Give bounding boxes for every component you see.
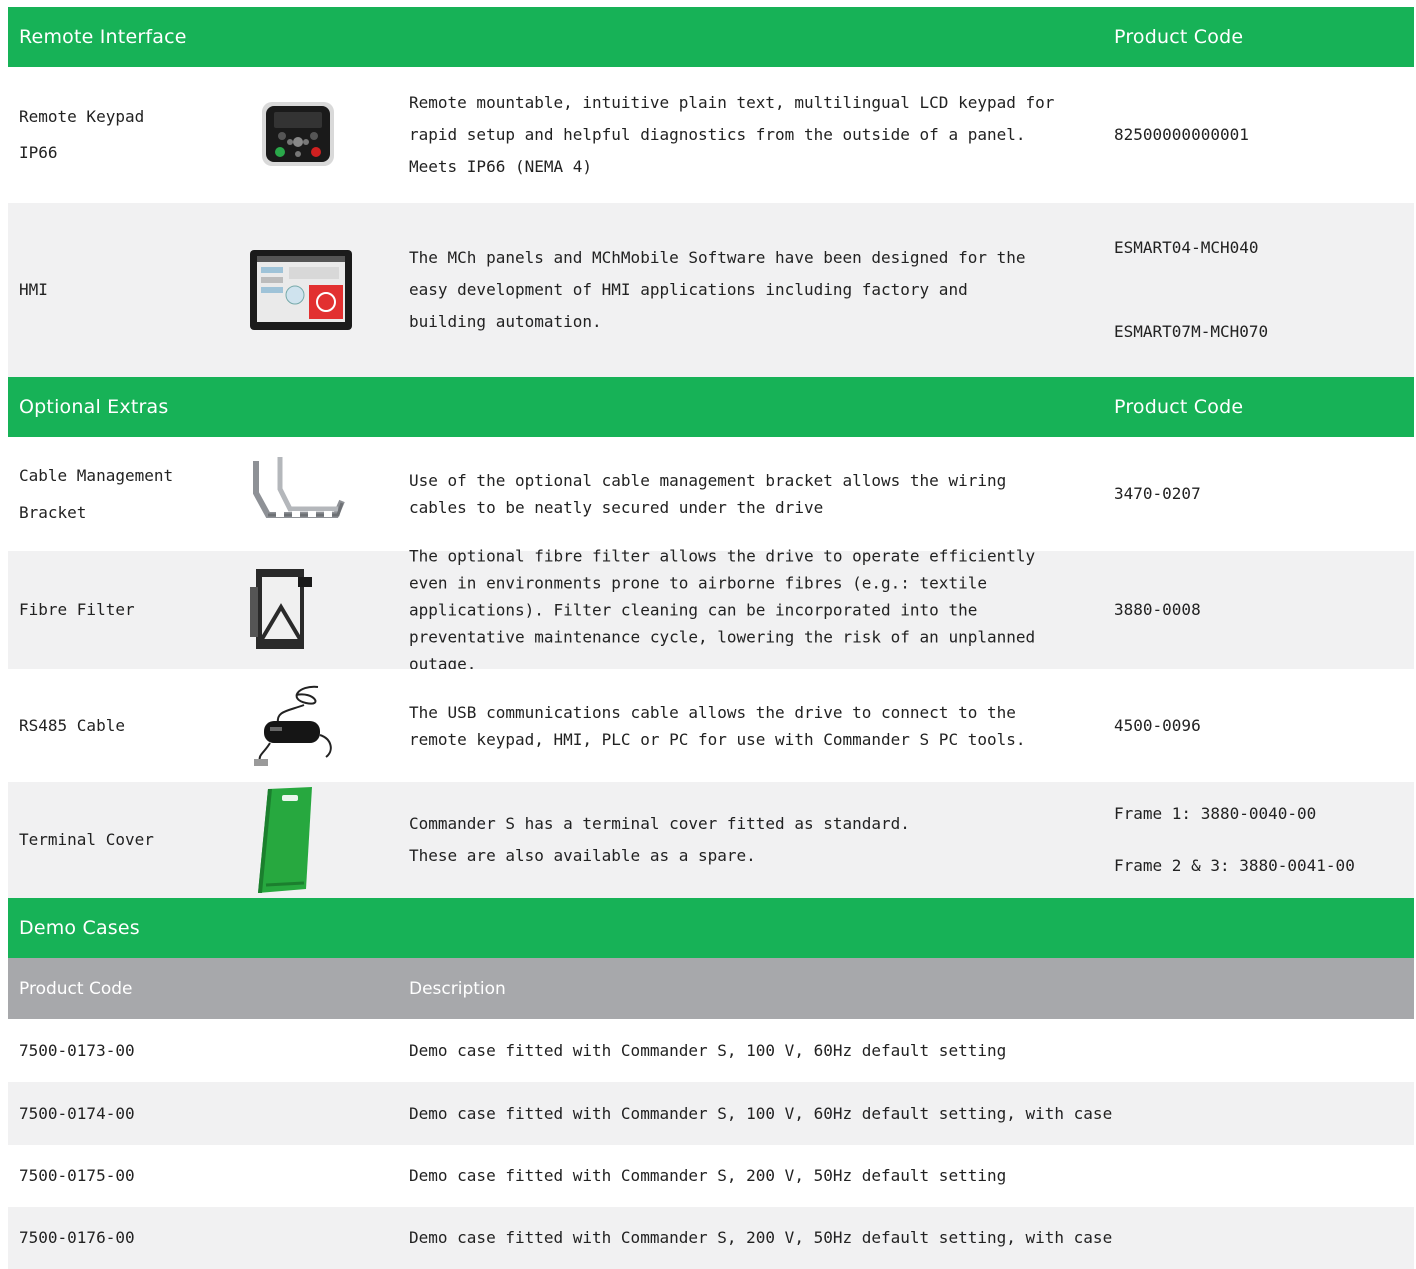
product-code: Frame 1: 3880-0040-00 Frame 2 & 3: 3880-…	[1114, 798, 1409, 882]
product-row-cable-bracket: Cable Management Bracket Use of the opti…	[8, 437, 1414, 551]
product-code-value: 82500000000001	[1114, 125, 1249, 144]
demo-case-code: 7500-0175-00	[19, 1166, 135, 1185]
demo-case-description: Demo case fitted with Commander S, 100 V…	[409, 1103, 1113, 1123]
product-name: RS485 Cable	[19, 715, 125, 735]
product-description: The MCh panels and MChMobile Software ha…	[409, 248, 1026, 331]
product-table: Remote Interface Product Code Remote Key…	[8, 7, 1414, 1269]
product-name: Terminal Cover	[19, 830, 154, 849]
demo-case-code: 7500-0173-00	[19, 1040, 135, 1060]
demo-cases-column-header: Product Code Description	[8, 958, 1414, 1019]
product-code-value: 3880-0008	[1114, 600, 1201, 619]
product-description: The optional fibre filter allows the dri…	[409, 546, 1036, 674]
section-header-optional-extras: Optional Extras Product Code	[8, 377, 1414, 437]
demo-case-row: 7500-0174-00 Demo case fitted with Comma…	[8, 1082, 1414, 1145]
product-code: 82500000000001	[1114, 119, 1409, 151]
demo-case-row: 7500-0173-00 Demo case fitted with Comma…	[8, 1019, 1414, 1082]
product-code-value: ESMART07M-MCH070	[1114, 322, 1269, 341]
demo-case-description: Demo case fitted with Commander S, 200 V…	[409, 1166, 1007, 1185]
usb-cable-icon	[244, 681, 344, 771]
product-name: Cable Management Bracket	[19, 466, 174, 522]
demo-case-description: Demo case fitted with Commander S, 200 V…	[409, 1228, 1113, 1247]
section-header-remote-interface: Remote Interface Product Code	[8, 7, 1414, 67]
demo-case-description: Demo case fitted with Commander S, 100 V…	[409, 1040, 1007, 1060]
product-code: 3470-0207	[1114, 478, 1409, 510]
product-description: Commander S has a terminal cover fitted …	[409, 808, 1079, 872]
cable-bracket-icon	[238, 453, 358, 535]
product-code: 3880-0008	[1114, 594, 1409, 626]
demo-case-code: 7500-0176-00	[19, 1228, 135, 1247]
product-code-value: ESMART04-MCH040	[1114, 238, 1259, 257]
column-header-product-code: Product Code	[19, 978, 133, 999]
terminal-cover-icon	[240, 785, 326, 895]
section-title: Optional Extras	[19, 396, 169, 418]
product-row-remote-keypad: Remote Keypad IP66 Remote mountable, int…	[8, 67, 1414, 203]
fibre-filter-icon	[238, 567, 328, 653]
product-row-rs485-cable: RS485 Cable The USB communications cable…	[8, 669, 1414, 782]
product-code-value: 3470-0207	[1114, 484, 1201, 503]
product-description: Use of the optional cable management bra…	[409, 471, 1007, 517]
product-code-value: Frame 2 & 3: 3880-0041-00	[1114, 856, 1355, 875]
product-code-value: 4500-0096	[1114, 715, 1201, 735]
product-code-header: Product Code	[1114, 26, 1244, 48]
product-code: ESMART04-MCH040 ESMART07M-MCH070	[1114, 232, 1409, 348]
product-description: The USB communications cable allows the …	[409, 702, 1026, 749]
product-code-header: Product Code	[1114, 396, 1244, 418]
product-description: Remote mountable, intuitive plain text, …	[409, 93, 1055, 176]
product-name: Fibre Filter	[19, 600, 135, 619]
product-name: Remote Keypad IP66	[19, 107, 145, 162]
demo-case-row: 7500-0176-00 Demo case fitted with Comma…	[8, 1207, 1414, 1269]
demo-case-row: 7500-0175-00 Demo case fitted with Comma…	[8, 1145, 1414, 1207]
product-code: 4500-0096	[1114, 710, 1409, 742]
product-name: HMI	[19, 280, 48, 299]
remote-keypad-icon	[238, 100, 358, 170]
product-row-terminal-cover: Terminal Cover Commander S has a termina…	[8, 782, 1414, 898]
product-row-fibre-filter: Fibre Filter The optional fibre filter a…	[8, 547, 1414, 674]
section-header-demo-cases: Demo Cases	[8, 898, 1414, 958]
section-title: Remote Interface	[19, 26, 187, 48]
product-code-value: Frame 1: 3880-0040-00	[1114, 804, 1317, 823]
hmi-panel-icon	[246, 249, 356, 331]
section-title: Demo Cases	[19, 917, 140, 939]
product-row-hmi: HMI The MCh panels and MChMobile Softwar…	[8, 203, 1414, 377]
demo-case-code: 7500-0174-00	[19, 1103, 135, 1123]
product-description-line: Commander S has a terminal cover fitted …	[409, 814, 910, 833]
column-header-description: Description	[409, 978, 506, 999]
product-description-line: These are also available as a spare.	[409, 846, 756, 865]
